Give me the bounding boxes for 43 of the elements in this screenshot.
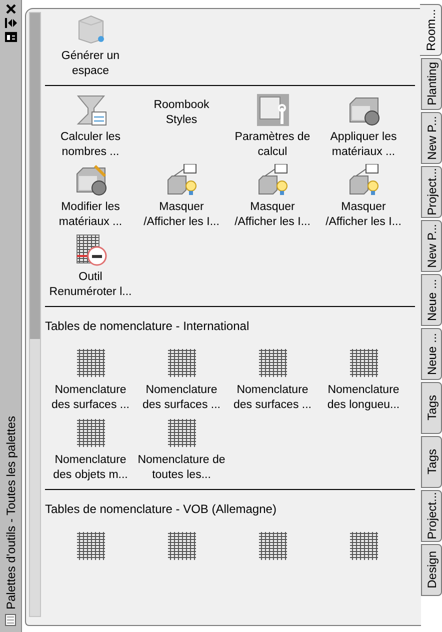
tool-label[interactable]: Roombook Styles: [138, 98, 226, 128]
tool-label[interactable]: Nomenclature des longueu...: [320, 383, 408, 413]
box-lightbulb-icon: [348, 164, 380, 196]
palette-tab[interactable]: Design: [421, 544, 442, 596]
wrench-icon: [256, 94, 288, 126]
tool-label[interactable]: Nomenclature des surfaces ...: [46, 383, 134, 413]
tool-label[interactable]: Modifier les matériaux ...: [46, 200, 134, 230]
palette-tab[interactable]: Neue ...: [421, 274, 442, 326]
tool-label[interactable]: Masquer /Afficher les I...: [228, 200, 316, 230]
tool-label[interactable]: Paramètres de calcul: [228, 130, 316, 160]
palette-tab[interactable]: New P...: [421, 112, 442, 164]
palette-tab[interactable]: Tags: [421, 382, 442, 434]
renumber-icon: [74, 234, 106, 266]
tool-label[interactable]: Appliquer les matériaux ...: [320, 130, 408, 160]
tool-label[interactable]: Outil Renuméroter l...: [46, 270, 134, 300]
tool-label[interactable]: Nomenclature des objets m...: [46, 453, 134, 483]
scrollbar-thumb[interactable]: [30, 13, 40, 339]
tool-label[interactable]: Masquer /Afficher les I...: [320, 200, 408, 230]
tool-label[interactable]: Calculer les nombres ...: [46, 130, 134, 160]
tool-label[interactable]: Générer un espace: [46, 49, 134, 79]
palette-tab[interactable]: Neue ...: [421, 328, 442, 380]
tool-label[interactable]: Masquer /Afficher les I...: [138, 200, 226, 230]
auto-hide-icon[interactable]: [4, 18, 16, 28]
palette-tab[interactable]: Project...: [421, 166, 442, 218]
box-lightbulb-icon: [166, 164, 198, 196]
box-lightbulb-icon: [256, 164, 288, 196]
scrollbar[interactable]: [29, 12, 41, 617]
hourglass-table-icon: [74, 94, 106, 126]
close-icon[interactable]: [6, 4, 16, 14]
tool-label[interactable]: Nomenclature de toutes les...: [138, 453, 226, 483]
material-edit-icon: [74, 164, 106, 196]
section-title: Tables de nomenclature - International: [45, 319, 250, 333]
tool-label[interactable]: Nomenclature des surfaces ...: [138, 383, 226, 413]
palette-tab[interactable]: Room...: [420, 4, 442, 56]
palette-tab[interactable]: Project...: [421, 490, 442, 542]
section-title: Tables de nomenclature - VOB (Allemagne): [45, 502, 278, 516]
palette-tab[interactable]: New P...: [421, 220, 442, 272]
properties-icon[interactable]: [4, 32, 16, 42]
palette-tab[interactable]: Tags: [421, 436, 442, 488]
tool-label[interactable]: Nomenclature des surfaces ...: [228, 383, 316, 413]
palette-title: Palettes d'outils - Toutes les palettes: [4, 416, 18, 610]
palette-tab[interactable]: Planting: [421, 58, 442, 110]
palette-icon[interactable]: [5, 614, 16, 626]
